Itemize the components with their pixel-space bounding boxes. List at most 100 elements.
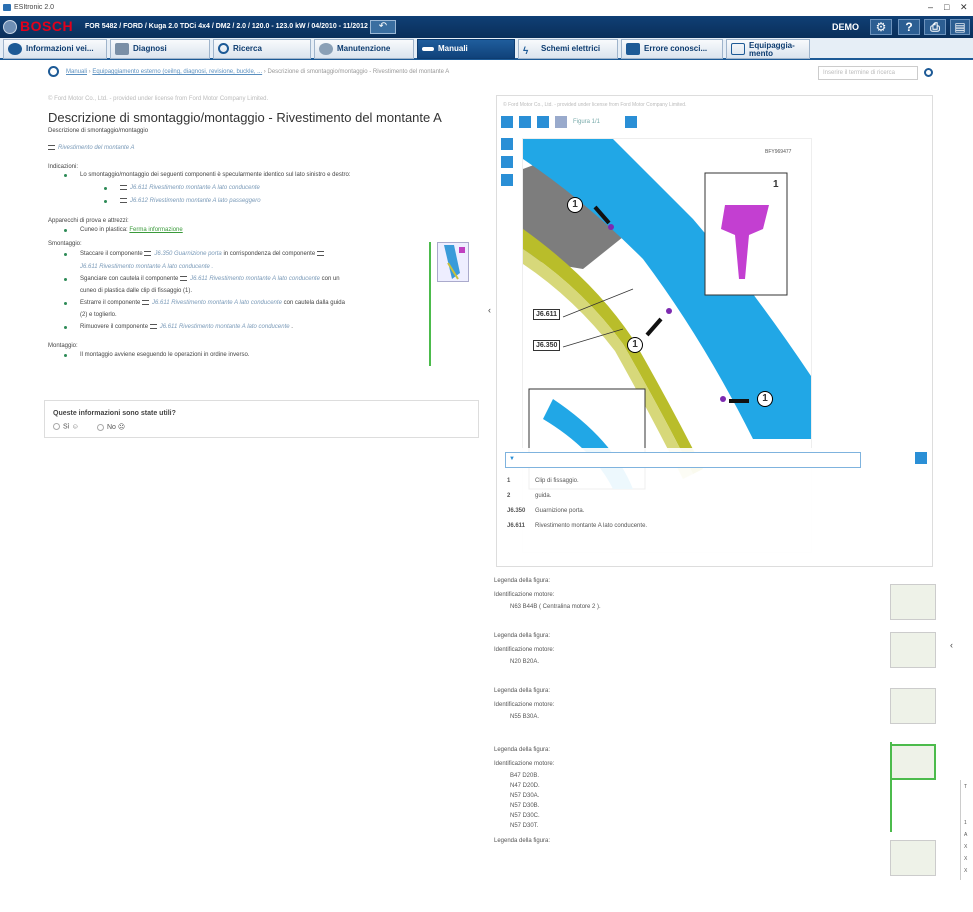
feedback-question: Queste informazioni sono state utili? <box>53 410 176 417</box>
legend-text: Rivestimento montante A lato conducente. <box>535 523 648 529</box>
tab-label: Ricerca <box>233 44 262 53</box>
indication-item-label: J6.612 Rivestimento montante A lato pass… <box>130 198 261 205</box>
legend-filter-input[interactable] <box>505 452 861 468</box>
menu-icon <box>120 198 127 203</box>
filter-icon: ▼ <box>509 456 515 462</box>
lightning-icon: ϟ <box>523 46 529 57</box>
back-circle-icon[interactable] <box>48 66 59 77</box>
engine-id-item[interactable]: N63 B44B ( Centralina motore 2 ). <box>510 604 601 610</box>
bullet <box>104 187 107 190</box>
feedback-box: Queste informazioni sono state utili? Sì… <box>44 400 479 438</box>
thumbnail-image <box>444 245 465 280</box>
equipment-icon <box>731 43 745 55</box>
doc-subtitle: Descrizione di smontaggio/montaggio <box>48 128 149 134</box>
app-header: BOSCH FOR 5482 / FORD / Kuga 2.0 TDCi 4x… <box>0 16 973 38</box>
engine-id-heading: Identificazione motore: <box>494 761 555 767</box>
edit-icon[interactable] <box>915 452 927 464</box>
search-input[interactable]: Inserire il termine di ricerca <box>818 66 918 80</box>
settings-icon[interactable]: ▤ <box>950 19 970 35</box>
user-label: DEMO <box>832 22 859 32</box>
zoom-out-icon[interactable] <box>501 156 513 168</box>
tools-item-label: Cuneo in plastica: <box>80 227 128 233</box>
info-icon <box>8 43 22 55</box>
main-tabs: Informazioni vei... Diagnosi Ricerca Man… <box>0 38 973 60</box>
close-button[interactable]: ✕ <box>960 2 968 13</box>
tab-manuals[interactable]: Manuali <box>417 39 515 59</box>
help-button[interactable]: ? <box>898 19 920 35</box>
edge-letter: T <box>964 784 968 790</box>
component-link[interactable]: J6.611 Rivestimento montante A lato cond… <box>142 300 282 306</box>
tab-known-errors[interactable]: Errore conosci... <box>621 39 723 59</box>
print-button[interactable]: ⎙ <box>924 19 946 35</box>
menu-icon <box>48 145 55 150</box>
feedback-no[interactable]: No ☹ <box>97 423 125 431</box>
figure-thumbnail[interactable] <box>890 584 936 620</box>
next-figure-icon[interactable] <box>625 116 637 128</box>
car-icon[interactable]: ⚙ <box>870 19 892 35</box>
rotate-icon[interactable] <box>501 174 513 186</box>
component-link[interactable]: J6.611 Rivestimento montante A lato cond… <box>180 276 320 282</box>
engine-id-item: N55 B30A. <box>510 714 540 720</box>
wrench-icon <box>422 47 434 51</box>
figure-thumbnail[interactable] <box>890 840 936 876</box>
tab-search[interactable]: Ricerca <box>213 39 311 59</box>
tab-label: Equipaggia-mento <box>749 41 795 58</box>
component-link-label: J6.611 Rivestimento montante A lato cond… <box>159 324 290 331</box>
indication-item[interactable]: J6.611 Rivestimento montante A lato cond… <box>120 185 260 191</box>
figure-copyright: © Ford Motor Co., Ltd. - provided under … <box>503 102 687 108</box>
fit-icon[interactable] <box>519 116 531 128</box>
tab-diagnosis[interactable]: Diagnosi <box>110 39 210 59</box>
fullscreen-icon[interactable] <box>501 116 513 128</box>
tab-wiring-diagrams[interactable]: ϟ Schemi elettrici <box>518 39 618 59</box>
prev-figure-icon[interactable] <box>555 116 567 128</box>
feedback-yes[interactable]: Sì ☺ <box>53 423 79 430</box>
edge-letter: X <box>964 844 968 850</box>
engine-id-item: N47 D20D. <box>510 783 540 789</box>
component-link[interactable]: J6.611 Rivestimento montante A lato cond… <box>80 264 213 270</box>
bullet <box>64 354 67 357</box>
callout-1: 1 <box>627 337 643 353</box>
breadcrumb-link-manuals[interactable]: Manuali <box>66 69 87 75</box>
figure-thumbnail-selected[interactable] <box>890 744 936 780</box>
legend-row: 2 guida. <box>507 493 551 499</box>
tab-maintenance[interactable]: Manutenzione <box>314 39 414 59</box>
maximize-button[interactable]: □ <box>944 2 949 12</box>
title-bar: ESItronic 2.0 – □ ✕ <box>0 0 973 16</box>
globe-icon[interactable] <box>3 20 17 34</box>
legend-text: Guarnizione porta. <box>535 508 585 514</box>
tab-label: Schemi elettrici <box>541 44 601 53</box>
legend-text: guida. <box>535 493 552 499</box>
figure-thumbnail[interactable] <box>890 632 936 668</box>
removal-step: Sganciare con cautela il componente J6.6… <box>80 276 340 282</box>
indications-heading: Indicazioni: <box>48 164 79 170</box>
breadcrumb: Manuali › Equipaggiamento esterno (ceiln… <box>40 66 940 80</box>
print-figure-icon[interactable] <box>537 116 549 128</box>
bullet <box>64 278 67 281</box>
tab-equipment[interactable]: Equipaggia-mento <box>726 39 810 59</box>
legend-id: 2 <box>507 493 511 499</box>
tools-link[interactable]: Ferma informazione <box>129 227 182 233</box>
application-window: ESItronic 2.0 – □ ✕ BOSCH FOR 5482 / FOR… <box>0 0 973 912</box>
breadcrumb-link-equipment[interactable]: Equipaggiamento esterno (ceilng, diagnos… <box>92 69 262 75</box>
component-tag[interactable]: Rivestimento del montante A <box>48 145 134 151</box>
collapse-left-icon[interactable]: ‹ <box>950 640 953 650</box>
menu-icon <box>180 276 188 281</box>
edge-letter: X <box>964 868 968 874</box>
minimize-button[interactable]: – <box>928 2 933 12</box>
tab-vehicle-info[interactable]: Informazioni vei... <box>3 39 107 59</box>
component-link[interactable]: J6.350 Guarnizione porta <box>144 251 222 257</box>
component-link[interactable]: J6.611 Rivestimento montante A lato cond… <box>149 324 290 331</box>
step-text: . <box>291 324 293 331</box>
bullet <box>64 302 67 305</box>
zoom-in-icon[interactable] <box>501 138 513 150</box>
menu-icon <box>144 251 152 256</box>
indication-item[interactable]: J6.612 Rivestimento montante A lato pass… <box>120 198 261 204</box>
figure-thumbnail[interactable] <box>890 688 936 724</box>
book-icon <box>626 43 640 55</box>
back-arrow-button[interactable]: ↶ <box>370 20 396 34</box>
collapse-left-icon[interactable]: ‹ <box>488 305 491 315</box>
figure-thumbnail[interactable] <box>437 242 469 282</box>
label-j6-350: J6.350 <box>533 340 561 351</box>
callout-1: 1 <box>567 197 583 213</box>
search-icon[interactable] <box>924 68 933 77</box>
